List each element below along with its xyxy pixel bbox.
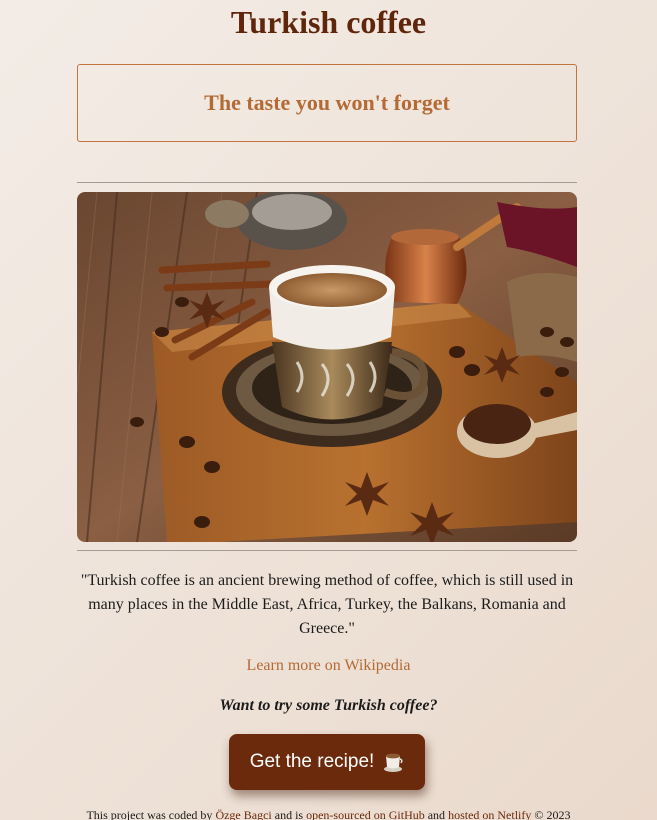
wikipedia-link[interactable]: Learn more on Wikipedia xyxy=(0,657,657,675)
hero-image xyxy=(77,192,577,542)
page-title: Turkish coffee xyxy=(230,4,427,40)
footer-text-1: This project was coded by xyxy=(86,808,216,820)
coffee-cup-icon xyxy=(384,753,403,772)
github-link[interactable]: open-sourced on GitHub xyxy=(306,808,425,820)
get-recipe-label: Get the recipe! xyxy=(249,751,375,772)
tagline-box: The taste you won't forget xyxy=(77,64,577,142)
description-quote: "Turkish coffee is an ancient brewing me… xyxy=(80,572,574,637)
footer-text-3: and xyxy=(424,808,449,820)
coffee-photo-illustration xyxy=(77,192,577,542)
footer-text-2: and is xyxy=(271,808,307,820)
get-recipe-button[interactable]: Get the recipe! xyxy=(229,734,425,790)
tagline-text: The taste you won't forget xyxy=(204,90,450,115)
bottom-divider xyxy=(77,550,577,551)
cta-question: Want to try some Turkish coffee? xyxy=(219,697,438,714)
footer-text-4: © 2023 xyxy=(531,808,571,820)
author-link[interactable]: Özge Bagci xyxy=(215,808,271,820)
footer: This project was coded by Özge Bagci and… xyxy=(0,808,657,820)
page: Turkish coffee The taste you won't forge… xyxy=(0,0,657,820)
netlify-link[interactable]: hosted on Netlify xyxy=(448,808,531,820)
top-divider xyxy=(77,182,577,183)
